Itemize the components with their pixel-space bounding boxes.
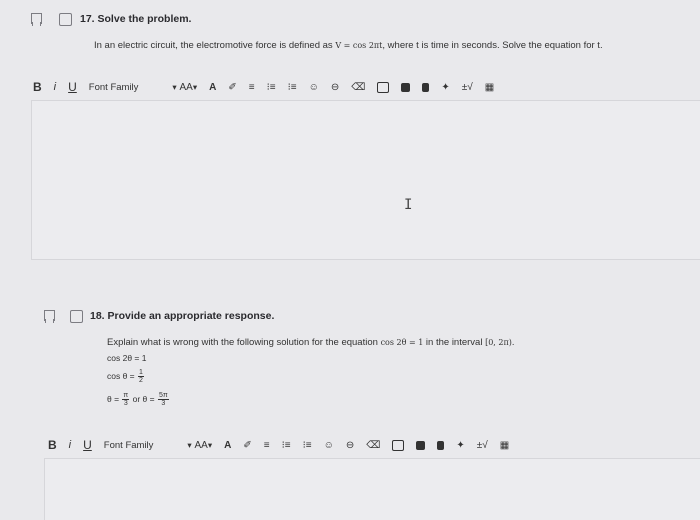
prompt-interval: [0, 2π). (485, 338, 515, 347)
link-icon[interactable]: ⊖ (346, 437, 354, 453)
image-icon[interactable] (392, 437, 405, 453)
table-icon[interactable]: ▦ (485, 79, 494, 95)
pin-icon[interactable]: ✦ (441, 79, 449, 95)
question-title: 17. Solve the problem. (80, 13, 192, 25)
answer-editor[interactable] (44, 458, 700, 520)
font-size-dropdown[interactable]: ▾ AA ▾ (172, 79, 197, 95)
emoji-icon[interactable]: ☺ (309, 79, 319, 95)
link-icon[interactable]: ⊖ (331, 79, 339, 95)
align-icon[interactable]: ≡ (249, 79, 255, 95)
chevron-down-icon: ▾ (207, 439, 213, 450)
highlight-icon[interactable]: ✐ (228, 79, 236, 95)
answer-editor[interactable]: I (31, 100, 700, 260)
question-prompt: Explain what is wrong with the following… (107, 337, 515, 348)
pin-icon[interactable]: ✦ (456, 437, 464, 453)
table-icon[interactable]: ▦ (500, 437, 509, 453)
italic-button[interactable]: i (69, 437, 71, 453)
bookmark-icon[interactable] (31, 13, 42, 26)
chevron-down-icon: ▾ (192, 81, 198, 92)
underline-button[interactable]: U (68, 79, 77, 95)
eraser-icon[interactable]: ⌫ (351, 79, 365, 95)
video-icon[interactable] (416, 437, 426, 453)
record-icon[interactable] (437, 437, 445, 453)
align-icon[interactable]: ≡ (264, 437, 270, 453)
italic-button[interactable]: i (54, 79, 56, 95)
mark-checkbox[interactable] (59, 13, 72, 26)
font-size-dropdown[interactable]: ▾ AA ▾ (187, 437, 212, 453)
math-equation-icon[interactable]: ±√ (462, 79, 473, 95)
emoji-icon[interactable]: ☺ (324, 437, 334, 453)
prompt-equation: V = cos 2πt (335, 41, 383, 50)
dropdown-arrow-icon: ▾ (172, 81, 177, 92)
font-family-dropdown[interactable]: Font Family (104, 437, 154, 453)
fraction: 5π 3 (157, 392, 169, 407)
font-color-icon[interactable]: A (224, 437, 231, 453)
record-icon[interactable] (422, 79, 430, 95)
numbered-list-icon[interactable]: ⁝≡ (282, 437, 291, 453)
question-title: 18. Provide an appropriate response. (90, 310, 275, 322)
prompt-equation: cos 2θ = 1 (380, 338, 424, 347)
image-icon[interactable] (377, 79, 390, 95)
eraser-icon[interactable]: ⌫ (366, 437, 380, 453)
numbered-list-icon[interactable]: ⁝≡ (267, 79, 276, 95)
bulleted-list-icon[interactable]: ⁝≡ (303, 437, 312, 453)
fraction: 12 (138, 369, 144, 384)
editor-toolbar: B i U Font Family ▾ AA ▾ A ✐ ≡ ⁝≡ ⁝≡ ☺ ⊖ … (33, 76, 506, 98)
solution-step-3: θ = π3 or θ = 5π 3 (107, 392, 169, 407)
font-family-dropdown[interactable]: Font Family (89, 79, 139, 95)
highlight-icon[interactable]: ✐ (243, 437, 251, 453)
bold-button[interactable]: B (33, 79, 42, 95)
editor-toolbar: B i U Font Family ▾ AA ▾ A ✐ ≡ ⁝≡ ⁝≡ ☺ ⊖ … (48, 434, 521, 456)
underline-button[interactable]: U (83, 437, 92, 453)
solution-step-2: cos θ = 12 (107, 369, 144, 384)
math-equation-icon[interactable]: ±√ (477, 437, 488, 453)
dropdown-arrow-icon: ▾ (187, 439, 192, 450)
video-icon[interactable] (401, 79, 411, 95)
mark-checkbox[interactable] (70, 310, 83, 323)
solution-step-1: cos 2θ = 1 (107, 353, 147, 363)
fraction: π3 (122, 392, 130, 407)
question-prompt: In an electric circuit, the electromotiv… (94, 40, 603, 51)
font-color-icon[interactable]: A (209, 79, 216, 95)
text-cursor-icon: I (404, 197, 413, 213)
bold-button[interactable]: B (48, 437, 57, 453)
bulleted-list-icon[interactable]: ⁝≡ (288, 79, 297, 95)
bookmark-icon[interactable] (44, 310, 55, 323)
